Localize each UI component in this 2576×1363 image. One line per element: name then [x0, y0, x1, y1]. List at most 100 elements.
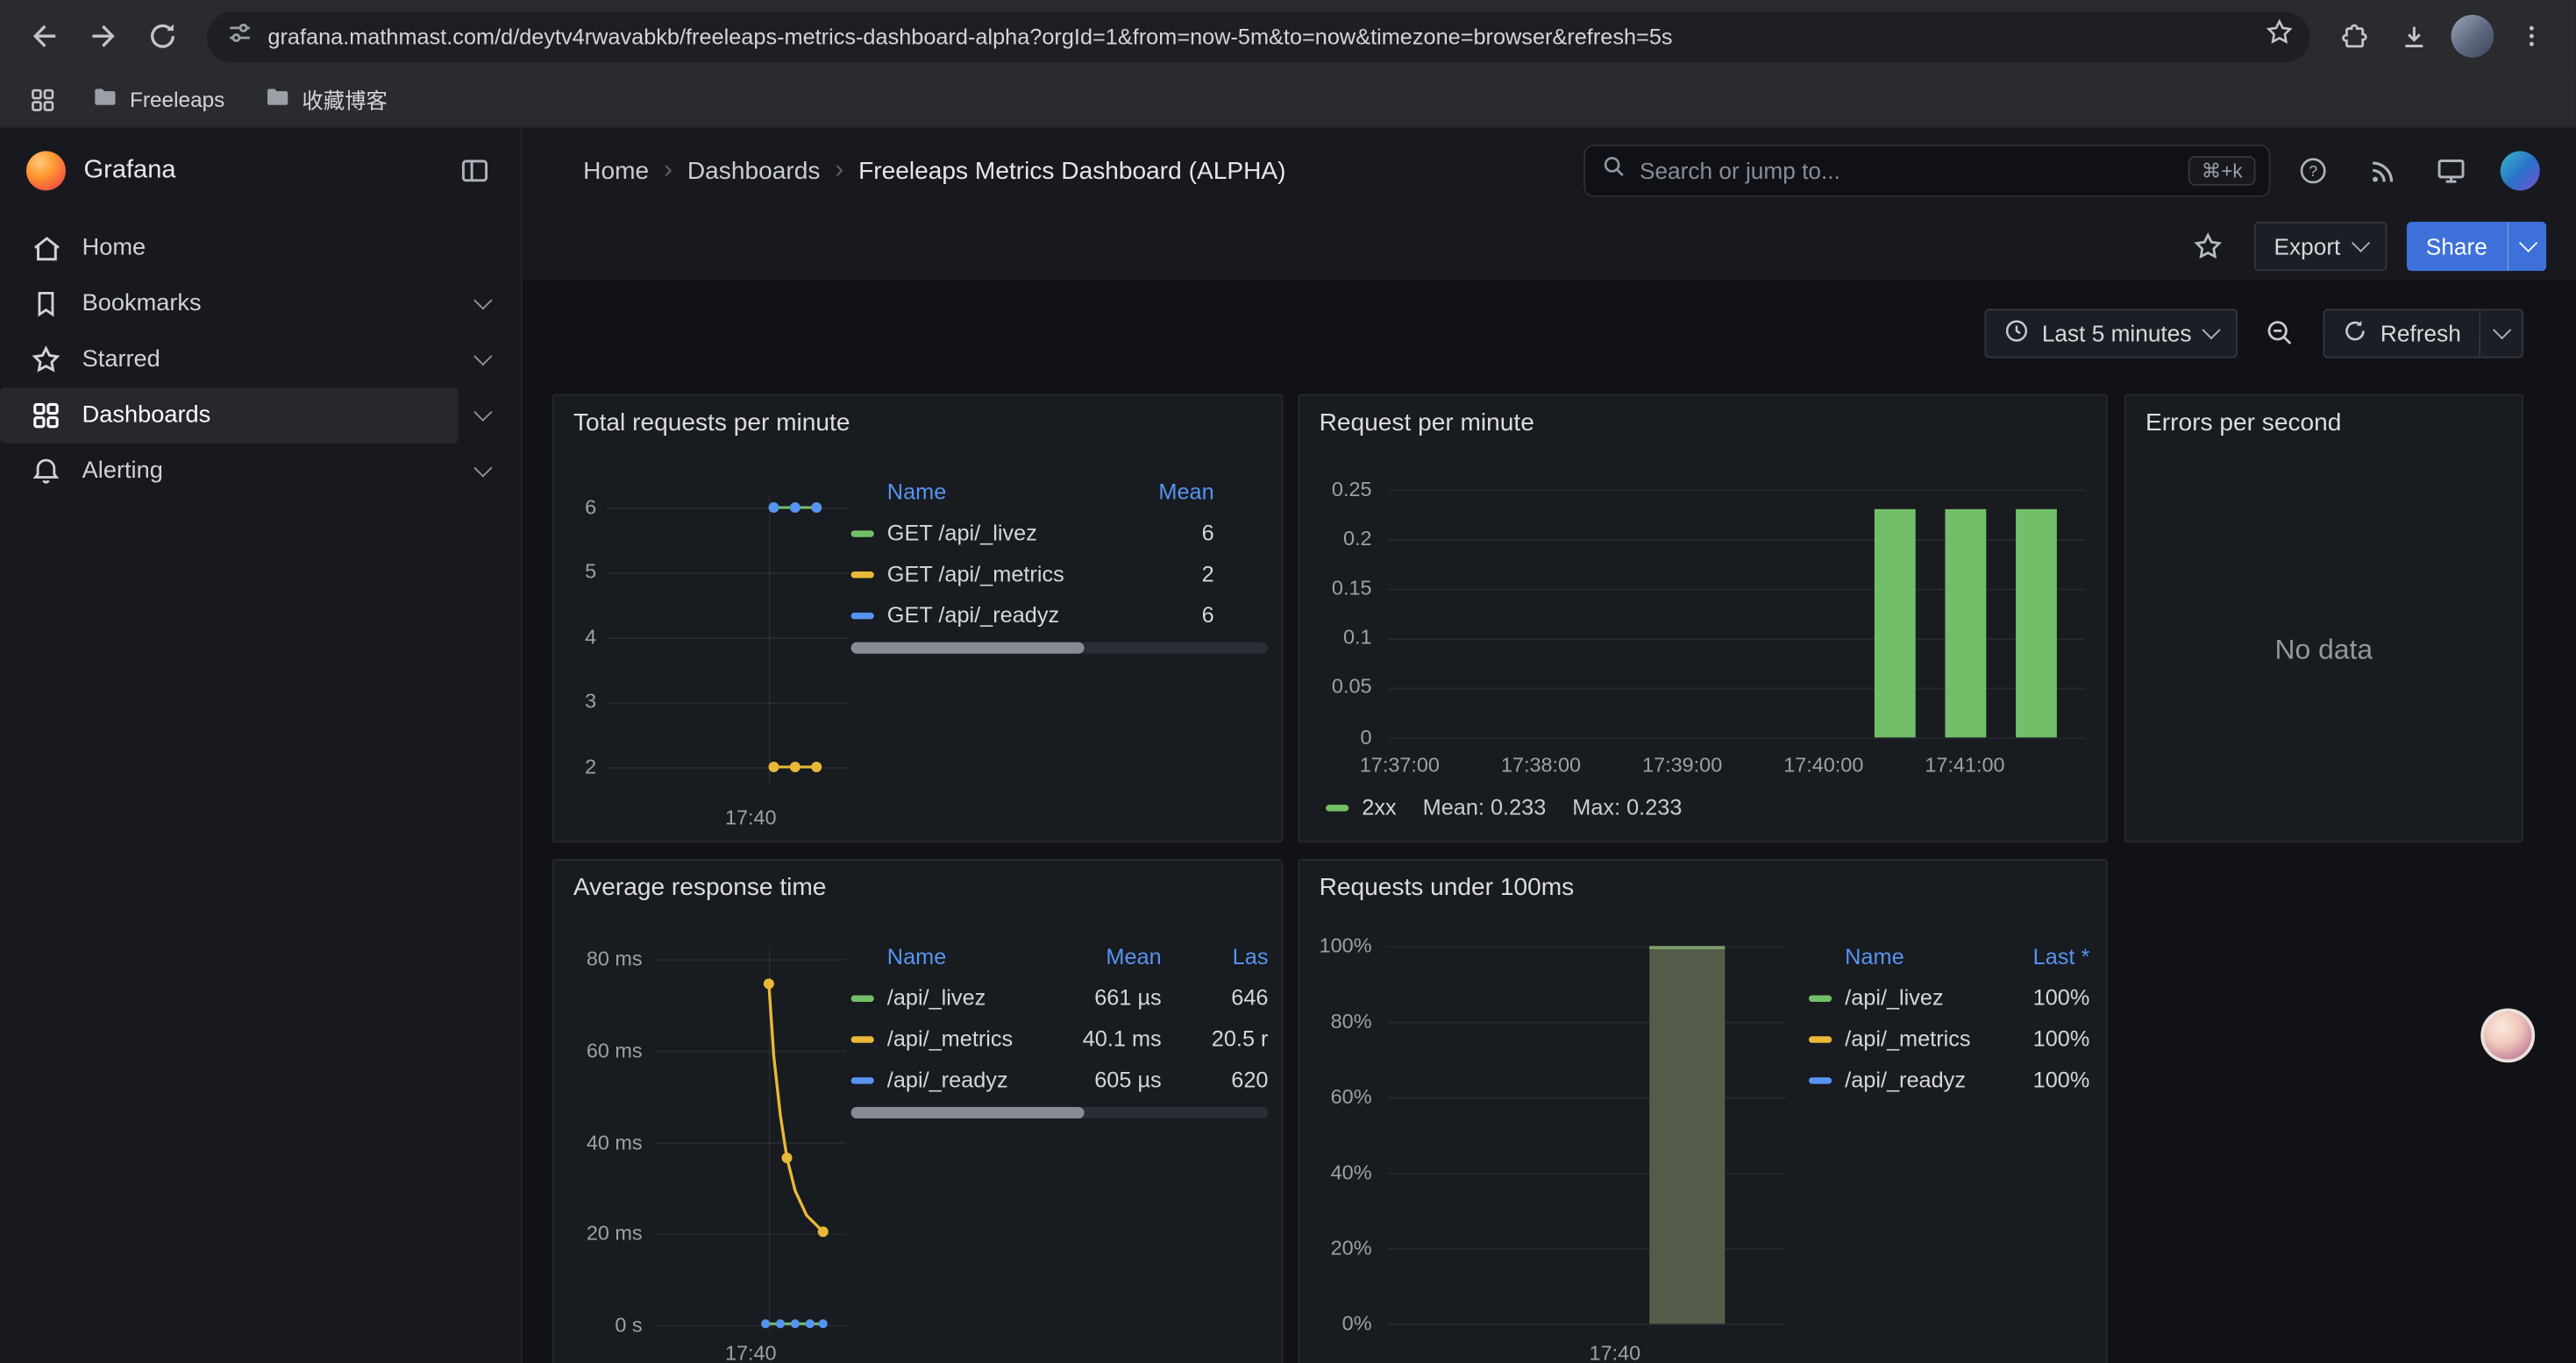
back-icon[interactable] — [17, 8, 73, 64]
panel-title[interactable]: Errors per second — [2145, 409, 2341, 437]
bookmark-star-icon[interactable] — [2266, 18, 2294, 54]
breadcrumb-dashboards[interactable]: Dashboards — [687, 157, 821, 185]
legend-series-name[interactable]: GET /api/_livez — [887, 521, 1115, 545]
y-tick: 40 ms — [557, 1128, 642, 1158]
y-tick: 0.2 — [1303, 524, 1372, 554]
bookmark-label: 收藏博客 — [302, 84, 387, 116]
bookmark-folder-blog[interactable]: 收藏博客 — [251, 79, 401, 120]
legend-header-name[interactable]: Name — [851, 479, 1116, 503]
panel-request-per-minute: Request per minute 0.25 0.2 0.15 0.1 0.0… — [1298, 394, 2108, 843]
legend-series-last: 100% — [2008, 1026, 2090, 1051]
download-icon[interactable] — [2386, 8, 2442, 64]
expand-chevron-icon[interactable] — [459, 391, 508, 440]
legend-row: GET /api/_livez 6 — [851, 513, 1214, 554]
series-swatch-blue[interactable] — [851, 1076, 874, 1083]
export-button[interactable]: Export — [2254, 222, 2387, 271]
series-plot — [656, 946, 846, 1340]
grafana-logo[interactable] — [26, 151, 66, 190]
y-tick: 0 — [1303, 722, 1372, 752]
legend-scrollbar[interactable] — [851, 1107, 1269, 1118]
legend-header-last[interactable]: Last * — [2008, 943, 2090, 968]
series-swatch-blue[interactable] — [1809, 1076, 1832, 1083]
y-tick: 20 ms — [557, 1218, 642, 1248]
panel-title[interactable]: Request per minute — [1320, 409, 1534, 437]
share-dropdown-button[interactable] — [2507, 222, 2546, 271]
share-button[interactable]: Share — [2406, 222, 2507, 271]
legend-series-name[interactable]: GET /api/_readyz — [887, 603, 1115, 628]
site-info-icon[interactable] — [227, 19, 253, 53]
scrollbar-thumb[interactable] — [851, 1107, 1085, 1118]
dashboard-actions-bar: Export Share — [523, 214, 2576, 280]
sidebar-item-starred[interactable]: Starred — [0, 331, 459, 387]
sidebar-item-bookmarks[interactable]: Bookmarks — [0, 276, 459, 332]
panel-legend: 2xx Mean: 0.233 Max: 0.233 — [1326, 795, 1682, 820]
series-swatch-yellow[interactable] — [851, 571, 874, 577]
expand-chevron-icon[interactable] — [459, 335, 508, 384]
legend-series-name[interactable]: /api/_livez — [1845, 985, 2007, 1010]
panel-title[interactable]: Average response time — [573, 874, 827, 902]
folder-icon — [264, 84, 290, 116]
legend-series-2xx[interactable]: 2xx — [1326, 795, 1397, 820]
sidebar-item-home[interactable]: Home — [0, 220, 508, 276]
profile-avatar[interactable] — [2444, 8, 2501, 64]
dashboards-grid-icon — [30, 401, 62, 430]
x-tick: 17:40 — [701, 1338, 800, 1363]
legend-series-name[interactable]: /api/_livez — [887, 985, 1057, 1010]
refresh-interval-dropdown[interactable] — [2480, 309, 2523, 358]
monitor-kiosk-icon[interactable] — [2425, 145, 2478, 197]
legend-header-name[interactable]: Name — [1809, 943, 2008, 968]
user-avatar[interactable] — [2494, 145, 2546, 197]
dock-sidebar-icon[interactable] — [449, 145, 502, 197]
search-input[interactable]: Search or jump to... ⌘+k — [1583, 145, 2270, 197]
series-swatch-yellow[interactable] — [851, 1035, 874, 1041]
legend-series-name: 2xx — [1362, 795, 1396, 820]
apps-grid-icon[interactable] — [19, 76, 65, 122]
bar-2xx[interactable] — [1945, 509, 1986, 737]
y-tick: 80 ms — [557, 944, 642, 974]
legend-header-last[interactable]: Las — [1162, 943, 1269, 968]
avatar — [2501, 151, 2540, 190]
expand-chevron-icon[interactable] — [459, 280, 508, 329]
address-bar[interactable]: grafana.mathmast.com/d/deytv4rwavabkb/fr… — [207, 11, 2309, 61]
legend-header-mean[interactable]: Mean — [1057, 943, 1162, 968]
forward-icon[interactable] — [75, 8, 132, 64]
legend-header-mean[interactable]: Mean — [1115, 479, 1213, 503]
refresh-button[interactable]: Refresh — [2323, 309, 2480, 358]
legend-header-name[interactable]: Name — [851, 943, 1057, 968]
zoom-out-icon[interactable] — [2254, 307, 2307, 359]
url-text[interactable]: grafana.mathmast.com/d/deytv4rwavabkb/fr… — [267, 24, 2251, 48]
floating-assistant-avatar[interactable] — [2480, 1008, 2535, 1062]
panel-average-response-time: Average response time 80 ms 60 ms 40 ms … — [552, 859, 1284, 1363]
series-swatch-blue[interactable] — [851, 612, 874, 618]
sidebar-item-alerting[interactable]: Alerting — [0, 444, 459, 500]
extensions-icon[interactable] — [2326, 8, 2382, 64]
series-swatch-yellow[interactable] — [1809, 1035, 1832, 1041]
bar-2xx[interactable] — [2016, 509, 2057, 737]
series-swatch-green[interactable] — [851, 995, 874, 1001]
sidebar-item-dashboards[interactable]: Dashboards — [0, 387, 459, 444]
help-icon[interactable]: ? — [2287, 145, 2339, 197]
breadcrumb-home[interactable]: Home — [583, 157, 649, 185]
series-swatch-green[interactable] — [851, 529, 874, 536]
legend-series-name[interactable]: /api/_readyz — [887, 1068, 1057, 1092]
reload-icon[interactable] — [135, 8, 191, 64]
browser-menu-icon[interactable] — [2504, 8, 2560, 64]
panel-title[interactable]: Total requests per minute — [573, 409, 850, 437]
legend-series-name[interactable]: /api/_readyz — [1845, 1068, 2007, 1092]
legend-series-name[interactable]: GET /api/_metrics — [887, 562, 1115, 586]
time-range-picker[interactable]: Last 5 minutes — [1984, 309, 2238, 358]
news-rss-icon[interactable] — [2356, 145, 2409, 197]
series-swatch-green[interactable] — [1809, 995, 1832, 1001]
search-shortcut-badge: ⌘+k — [2188, 156, 2256, 186]
legend-series-name[interactable]: /api/_metrics — [1845, 1026, 2007, 1051]
legend-scrollbar[interactable] — [851, 642, 1269, 654]
legend-series-name[interactable]: /api/_metrics — [887, 1026, 1057, 1051]
favorite-star-icon[interactable] — [2182, 220, 2235, 273]
bar-under-100ms[interactable] — [1649, 946, 1725, 1324]
bookmark-folder-freeleaps[interactable]: Freeleaps — [79, 79, 238, 120]
expand-chevron-icon[interactable] — [459, 447, 508, 496]
panel-title[interactable]: Requests under 100ms — [1320, 874, 1575, 902]
sidebar-item-label: Dashboards — [82, 402, 210, 429]
bar-2xx[interactable] — [1875, 509, 1916, 737]
scrollbar-thumb[interactable] — [851, 642, 1085, 654]
